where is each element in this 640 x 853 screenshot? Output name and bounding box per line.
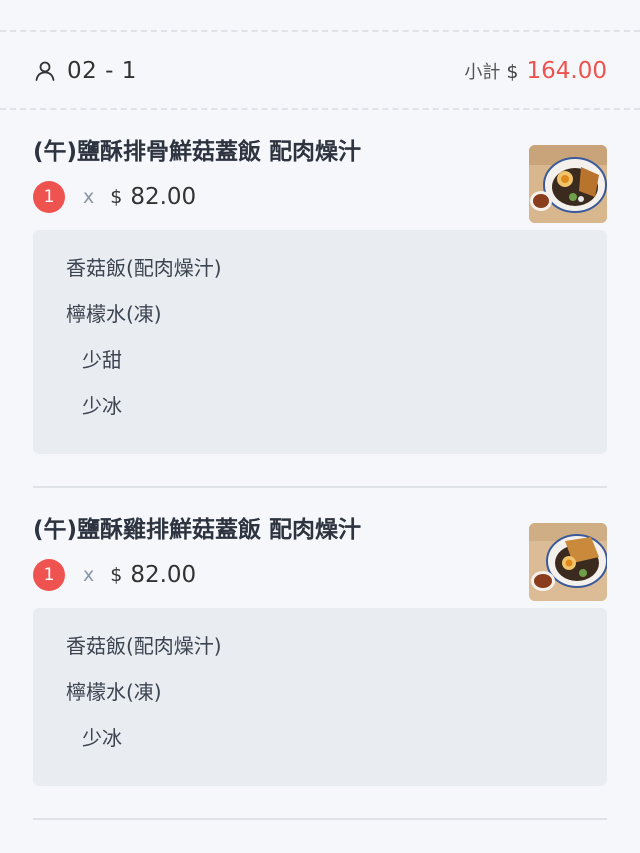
times-sign: x (83, 563, 95, 586)
quantity-badge: 1 (33, 558, 65, 591)
option-line: 香菇飯(配肉燥汁) (66, 255, 222, 280)
option-line: 檸檬水(凍) (66, 301, 162, 326)
item-thumbnail (529, 522, 607, 601)
item-options: 香菇飯(配肉燥汁) 檸檬水(凍) 少甜 少冰 (33, 229, 607, 454)
currency-symbol: $ (110, 563, 123, 586)
order-items: (午)鹽酥排骨鮮菇蓋飯 配肉燥汁 1 x $ 82.00 香菇飯(配肉燥汁) 檸… (33, 110, 607, 820)
order-header: 02 - 1 小計 $ 164.00 (0, 34, 640, 110)
item-price: 82.00 (130, 183, 197, 210)
previous-section-edge (0, 0, 640, 32)
currency-symbol: $ (110, 185, 123, 208)
order-item[interactable]: (午)鹽酥排骨鮮菇蓋飯 配肉燥汁 1 x $ 82.00 香菇飯(配肉燥汁) 檸… (33, 110, 607, 488)
subtotal: 小計 $ 164.00 (464, 58, 607, 84)
subtotal-currency: $ (506, 61, 519, 83)
order-item[interactable]: (午)鹽酥雞排鮮菇蓋飯 配肉燥汁 1 x $ 82.00 香菇飯(配肉燥汁) 檸… (33, 488, 607, 820)
option-line: 檸檬水(凍) (66, 679, 162, 704)
price-row: 1 x $ 82.00 (33, 558, 607, 592)
subtotal-label: 小計 (464, 62, 501, 83)
option-subline: 少冰 (82, 725, 122, 750)
times-sign: x (83, 185, 95, 208)
quantity-badge: 1 (33, 180, 65, 213)
price-row: 1 x $ 82.00 (33, 180, 607, 214)
option-line: 香菇飯(配肉燥汁) (66, 633, 222, 658)
item-title: (午)鹽酥雞排鮮菇蓋飯 配肉燥汁 (33, 516, 362, 543)
item-price: 82.00 (130, 561, 197, 588)
table-number: 02 - 1 (67, 58, 137, 84)
table-info: 02 - 1 (33, 58, 137, 84)
item-title: (午)鹽酥排骨鮮菇蓋飯 配肉燥汁 (33, 139, 362, 165)
subtotal-amount: 164.00 (526, 58, 607, 84)
option-subline: 少甜 (82, 347, 122, 372)
user-icon (35, 61, 55, 81)
item-options: 香菇飯(配肉燥汁) 檸檬水(凍) 少冰 (33, 607, 607, 786)
option-subline: 少冰 (82, 393, 122, 418)
item-thumbnail (529, 145, 607, 223)
